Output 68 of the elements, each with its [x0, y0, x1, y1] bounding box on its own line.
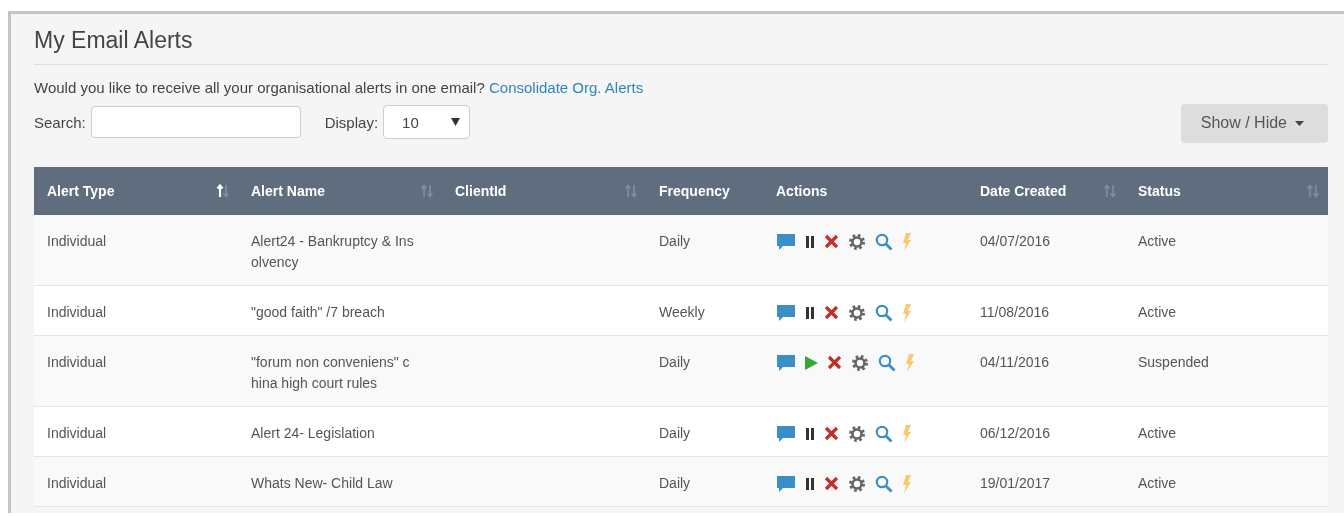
search-label: Search: — [34, 113, 86, 131]
delete-icon[interactable] — [824, 234, 839, 249]
table-cell-text: "forum non conveniens" china high court rules — [251, 353, 411, 393]
speech-bubble-icon[interactable] — [776, 424, 796, 443]
play-icon[interactable] — [805, 355, 818, 370]
table-cell: Daily — [659, 425, 691, 441]
settings-icon[interactable] — [848, 474, 866, 493]
table-cell: Active — [1138, 475, 1177, 491]
prompt-text: Would you like to receive all your organisational alerts in one email? Consolidate Org. Alerts — [34, 79, 644, 96]
caret-icon — [1295, 120, 1304, 126]
search-icon[interactable] — [875, 474, 893, 493]
speech-bubble-icon[interactable] — [776, 474, 796, 493]
table-cell: 06/12/2016 — [980, 425, 1051, 441]
speech-bubble-icon[interactable] — [776, 303, 796, 322]
table-cell-text: "good faith" /7 breach — [251, 303, 386, 322]
sort-icon[interactable] — [216, 184, 230, 198]
settings-icon[interactable] — [848, 232, 866, 251]
delete-icon[interactable] — [824, 426, 839, 441]
table-cell: Daily — [659, 354, 691, 370]
caret-icon — [451, 118, 461, 126]
display-dropdown[interactable]: 10 — [383, 105, 471, 139]
pause-icon[interactable] — [805, 427, 815, 440]
table-cell: 04/07/2016 — [980, 233, 1051, 249]
speech-bubble-icon[interactable] — [776, 353, 796, 372]
column-header[interactable]: Date Created — [980, 183, 1067, 199]
table-cell: Weekly — [659, 304, 705, 320]
table-cell-text: Alert24 - Bankruptcy & Insolvency — [251, 232, 415, 272]
table-cell: Daily — [659, 475, 691, 491]
table-cell: Individual — [47, 233, 107, 249]
delete-icon[interactable] — [824, 476, 839, 491]
table-cell: Individual — [47, 425, 107, 441]
table-cell: 11/08/2016 — [980, 304, 1050, 320]
settings-icon[interactable] — [848, 303, 866, 322]
delete-icon[interactable] — [824, 305, 839, 320]
pause-icon[interactable] — [805, 477, 815, 490]
table-cell: Individual — [47, 475, 107, 491]
settings-icon[interactable] — [851, 353, 869, 372]
table-cell: Active — [1138, 304, 1177, 320]
search-icon[interactable] — [875, 232, 893, 251]
column-header[interactable]: Actions — [776, 183, 828, 199]
table-cell: Daily — [659, 233, 691, 249]
consolidate-link[interactable]: Consolidate Org. Alerts — [488, 79, 644, 96]
search-field[interactable] — [90, 106, 301, 138]
show-hide-button[interactable]: Show / Hide — [1180, 103, 1328, 143]
page-title: My Email Alerts — [34, 26, 193, 54]
table-cell: Active — [1138, 233, 1177, 249]
search-icon[interactable] — [878, 353, 896, 372]
speech-bubble-icon[interactable] — [776, 232, 796, 251]
table-cell: Active — [1138, 425, 1177, 441]
table-cell: Suspended — [1138, 354, 1209, 370]
settings-icon[interactable] — [848, 424, 866, 443]
search-icon[interactable] — [875, 303, 893, 322]
column-header[interactable]: ClientId — [455, 183, 507, 199]
column-header[interactable]: Frequency — [659, 183, 730, 199]
delete-icon[interactable] — [827, 355, 842, 370]
pause-icon[interactable] — [805, 306, 815, 319]
column-header[interactable]: Status — [1138, 183, 1181, 199]
search-icon[interactable] — [875, 424, 893, 443]
table-cell-text: Whats New- Child Law — [251, 474, 394, 493]
pause-icon[interactable] — [805, 235, 815, 248]
table-cell: 04/11/2016 — [980, 354, 1050, 370]
table-cell: Individual — [47, 354, 107, 370]
display-label: Display: — [324, 113, 379, 131]
table-cell: 19/01/2017 — [980, 475, 1051, 491]
column-header[interactable]: Alert Type — [47, 183, 115, 199]
column-header[interactable]: Alert Name — [251, 183, 325, 199]
table-cell-text: Alert 24- Legislation — [251, 424, 376, 443]
table-cell: Individual — [47, 304, 107, 320]
